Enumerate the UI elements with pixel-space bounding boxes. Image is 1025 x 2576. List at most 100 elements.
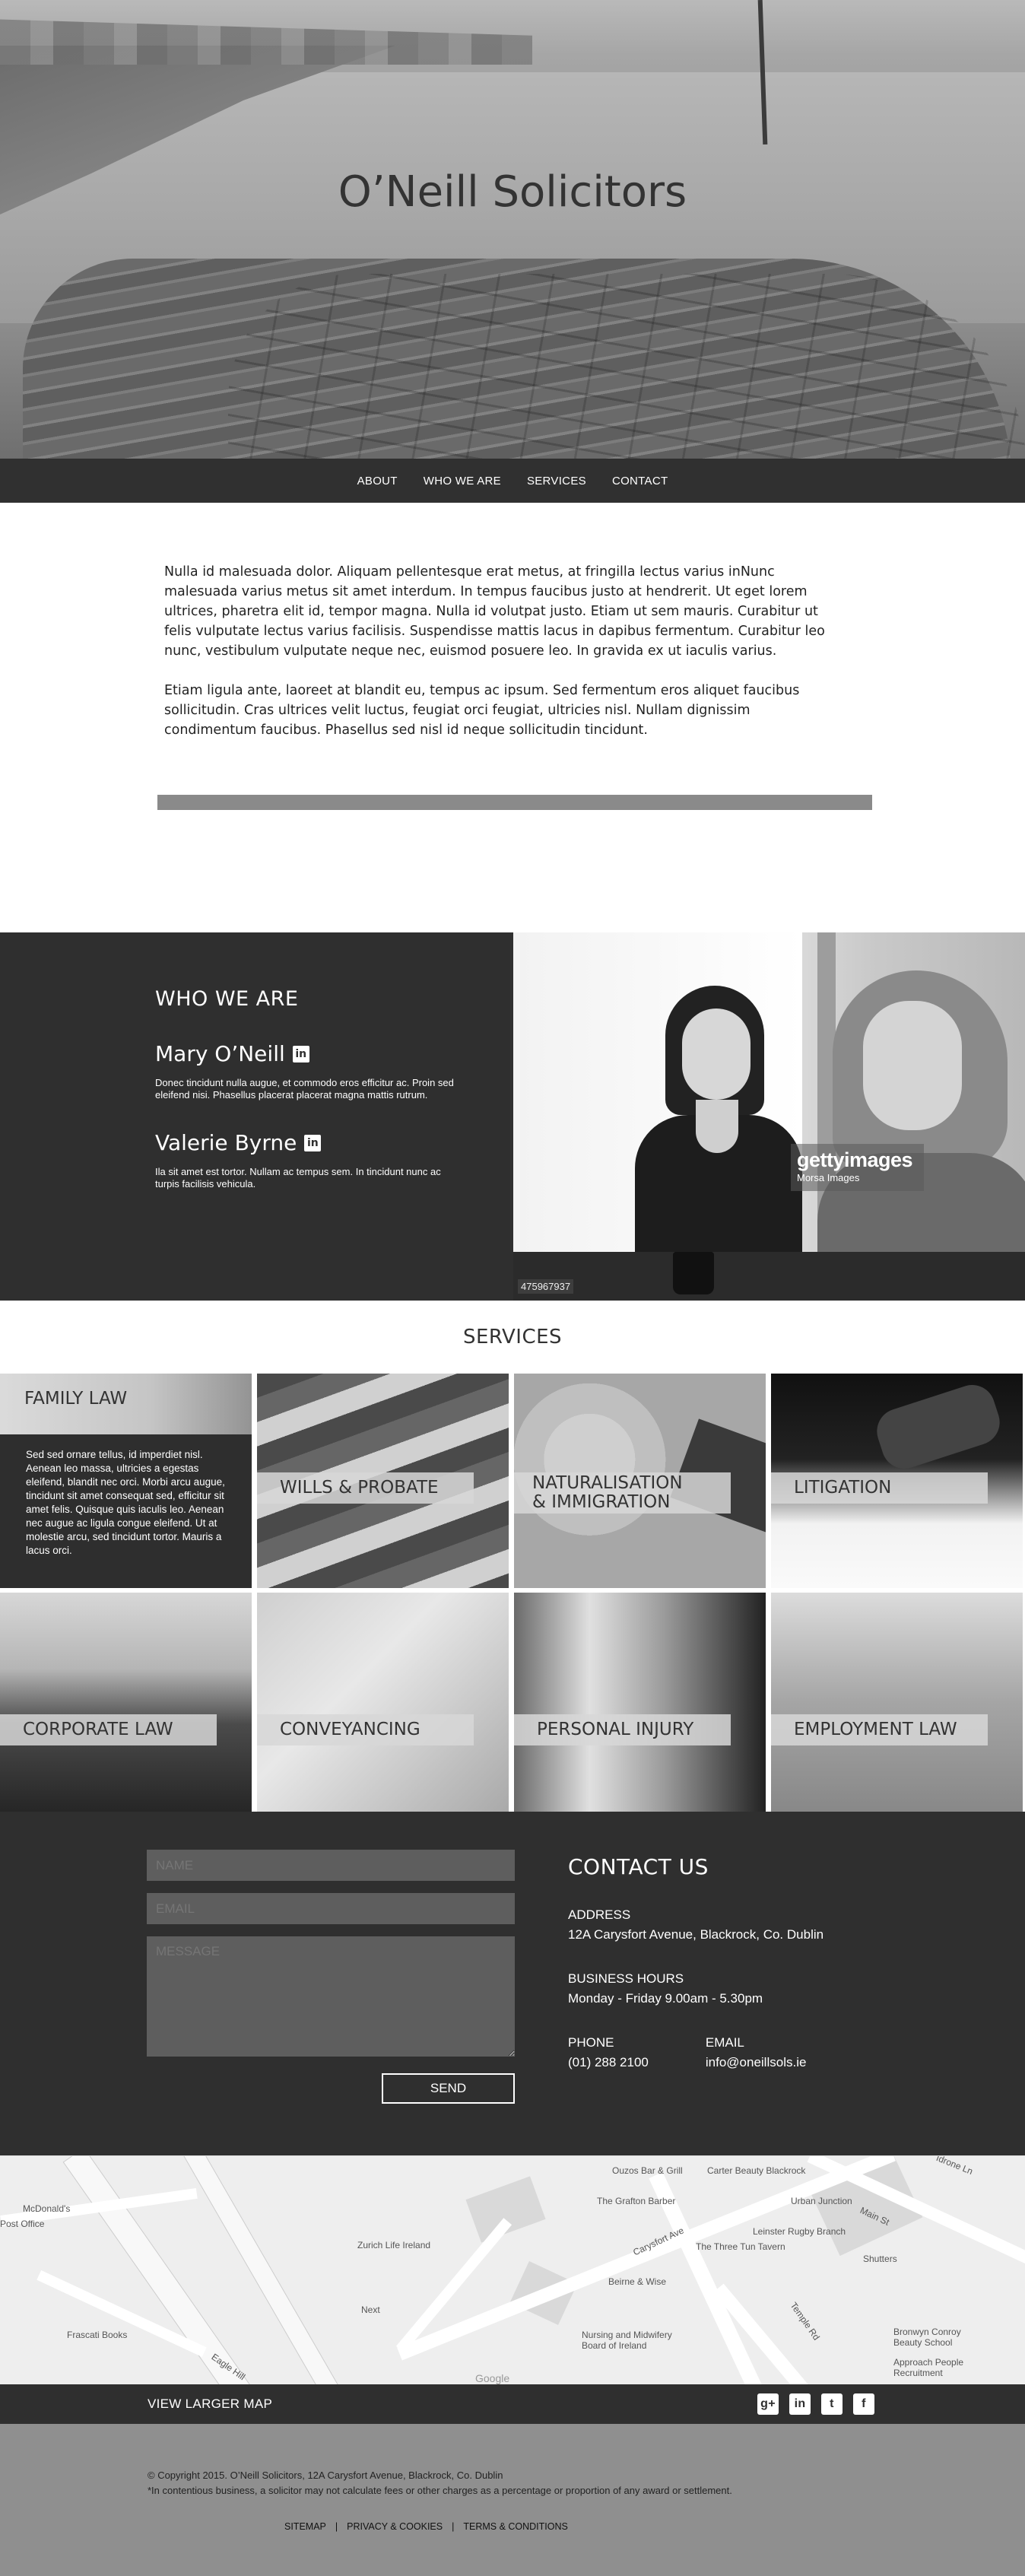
nav-services[interactable]: SERVICES — [527, 475, 586, 488]
photo-woman-right — [817, 970, 1025, 1301]
map-poi: Post Office — [0, 2219, 45, 2229]
service-label: PERSONAL INJURY — [514, 1714, 731, 1745]
service-tile-naturalisation[interactable]: NATURALISATION & IMMIGRATION — [514, 1374, 766, 1588]
person-bio: Ila sit amet est tortor. Nullam ac tempu… — [155, 1166, 441, 1190]
map-poi: Urban Junction — [791, 2196, 852, 2206]
site-footer: © Copyright 2015. O’Neill Solicitors, 12… — [0, 2424, 1025, 2576]
hero-buildings — [0, 19, 532, 65]
phone-value[interactable]: (01) 288 2100 — [568, 2053, 649, 2073]
hours-value: Monday - Friday 9.00am - 5.30pm — [568, 1991, 763, 2006]
who-we-are-panel: WHO WE ARE Mary O’Neill in Donec tincidu… — [0, 932, 513, 1301]
service-tile-wills-probate[interactable]: WILLS & PROBATE — [257, 1374, 509, 1588]
map-poi: The Grafton Barber — [597, 2196, 676, 2206]
contact-info: CONTACT US ADDRESS 12A Carysfort Avenue,… — [568, 1812, 823, 2155]
privacy-cookies-link[interactable]: PRIVACY & COOKIES — [347, 2521, 443, 2532]
facebook-icon[interactable]: f — [853, 2393, 874, 2415]
getty-watermark: gettyimages Morsa Images — [791, 1144, 924, 1191]
map-poi: Next — [361, 2304, 380, 2315]
send-button[interactable]: SEND — [382, 2073, 515, 2104]
service-label: LITIGATION — [771, 1472, 988, 1504]
terms-conditions-link[interactable]: TERMS & CONDITIONS — [463, 2521, 568, 2532]
nav-about[interactable]: ABOUT — [357, 475, 398, 488]
nav-contact[interactable]: CONTACT — [612, 475, 668, 488]
map-poi: Zurich Life Ireland — [357, 2240, 431, 2250]
linkedin-icon[interactable]: in — [292, 1045, 309, 1062]
phone-email-row: PHONE (01) 288 2100 EMAIL info@oneillsol… — [568, 2033, 823, 2073]
service-tile-employment-law[interactable]: EMPLOYMENT LAW — [771, 1593, 1023, 1812]
services-grid: FAMILY LAW Sed sed ornare tellus, id imp… — [0, 1374, 1025, 1812]
service-tile-family-law[interactable]: FAMILY LAW Sed sed ornare tellus, id imp… — [0, 1374, 252, 1588]
main-nav: ABOUT WHO WE ARE SERVICES CONTACT — [0, 459, 1025, 503]
who-we-are-section: WHO WE ARE Mary O’Neill in Donec tincidu… — [0, 932, 1025, 1301]
service-label: CONVEYANCING — [257, 1714, 474, 1745]
map-poi: Ouzos Bar & Grill — [612, 2165, 683, 2176]
social-links: g+ in t f — [757, 2393, 874, 2415]
hero-banner: O’Neill Solicitors — [0, 0, 1025, 459]
address-label: ADDRESS — [568, 1907, 631, 1922]
service-label: CORPORATE LAW — [0, 1714, 217, 1745]
service-description: Sed sed ornare tellus, id imperdiet nisl… — [26, 1449, 225, 1556]
person-name: Valerie Byrne — [155, 1130, 297, 1155]
team-photo: gettyimages Morsa Images 475967937 — [513, 932, 1025, 1301]
twitter-icon[interactable]: t — [821, 2393, 843, 2415]
phone-label: PHONE — [568, 2035, 614, 2050]
phone-block: PHONE (01) 288 2100 — [568, 2033, 649, 2073]
map-poi: Shutters — [863, 2254, 897, 2264]
person-name-row: Valerie Byrne in — [155, 1130, 513, 1155]
contact-title: CONTACT US — [568, 1854, 709, 1879]
contact-section: SEND CONTACT US ADDRESS 12A Carysfort Av… — [0, 1812, 1025, 2155]
map-poi: Idrone Ln — [935, 2155, 975, 2177]
map-poi: Nursing and Midwifery Board of Ireland — [582, 2330, 672, 2351]
services-title: SERVICES — [462, 1326, 563, 1348]
map-poi: Carter Beauty Blackrock — [707, 2165, 806, 2176]
intro-paragraph-1: Nulla id malesuada dolor. Aliquam pellen… — [164, 564, 825, 659]
map-poi: McDonald's — [23, 2203, 71, 2214]
service-tile-personal-injury[interactable]: PERSONAL INJURY — [514, 1593, 766, 1812]
name-field[interactable] — [147, 1850, 515, 1881]
person-card: Mary O’Neill in Donec tincidunt nulla au… — [155, 1041, 513, 1101]
intro-section: Nulla id malesuada dolor. Aliquam pellen… — [0, 503, 1025, 932]
email-value[interactable]: info@oneillsols.ie — [706, 2053, 807, 2073]
service-tile-corporate-law[interactable]: CORPORATE LAW — [0, 1593, 252, 1812]
map-poi: The Three Tun Tavern — [696, 2241, 785, 2252]
person-name-row: Mary O’Neill in — [155, 1041, 513, 1066]
person-bio: Donec tincidunt nulla augue, et commodo … — [155, 1077, 454, 1101]
message-field[interactable] — [147, 1936, 515, 2057]
view-larger-map-link[interactable]: VIEW LARGER MAP — [148, 2397, 272, 2412]
footer-separator: | — [335, 2521, 338, 2532]
address-value: 12A Carysfort Avenue, Blackrock, Co. Dub… — [568, 1927, 824, 1942]
map-poi: Approach People Recruitment — [893, 2357, 964, 2378]
map-poi: Bronwyn Conroy Beauty School — [893, 2327, 961, 2348]
photo-woman-left — [635, 986, 810, 1267]
map-poi: Temple Rd — [788, 2300, 822, 2343]
email-label: EMAIL — [705, 2035, 744, 2050]
photo-mug — [673, 1252, 714, 1294]
photo-id: 475967937 — [518, 1279, 574, 1294]
hours-block: BUSINESS HOURS Monday - Friday 9.00am - … — [568, 1969, 823, 2009]
map-poi: Leinster Rugby Branch — [753, 2226, 846, 2237]
service-label: EMPLOYMENT LAW — [771, 1714, 988, 1745]
site-title: O’Neill Solicitors — [338, 167, 687, 217]
nav-who-we-are[interactable]: WHO WE ARE — [424, 475, 501, 488]
sitemap-link[interactable]: SITEMAP — [284, 2521, 326, 2532]
who-we-are-title: WHO WE ARE — [155, 987, 299, 1011]
person-card: Valerie Byrne in Ila sit amet est tortor… — [155, 1130, 513, 1190]
linkedin-icon[interactable]: in — [789, 2393, 811, 2415]
copyright-text: © Copyright 2015. O’Neill Solicitors, 12… — [148, 2470, 503, 2481]
service-label: NATURALISATION & IMMIGRATION — [514, 1472, 731, 1514]
hours-label: BUSINESS HOURS — [568, 1971, 684, 1986]
location-map[interactable]: Ouzos Bar & Grill Carter Beauty Blackroc… — [0, 2155, 1025, 2384]
email-block: EMAIL info@oneillsols.ie — [706, 2033, 807, 2073]
contact-form: SEND — [0, 1812, 568, 2155]
address-block: ADDRESS 12A Carysfort Avenue, Blackrock,… — [568, 1905, 823, 1945]
google-logo: Google — [475, 2372, 510, 2384]
linkedin-icon[interactable]: in — [304, 1134, 322, 1151]
map-poi: Frascati Books — [67, 2330, 128, 2340]
service-label: FAMILY LAW — [0, 1374, 252, 1434]
map-poi: Beirne & Wise — [608, 2276, 667, 2287]
service-tile-litigation[interactable]: LITIGATION — [771, 1374, 1023, 1588]
google-plus-icon[interactable]: g+ — [757, 2393, 779, 2415]
intro-paragraph-2: Etiam ligula ante, laoreet at blandit eu… — [164, 683, 800, 738]
service-tile-conveyancing[interactable]: CONVEYANCING — [257, 1593, 509, 1812]
email-field[interactable] — [147, 1893, 515, 1924]
